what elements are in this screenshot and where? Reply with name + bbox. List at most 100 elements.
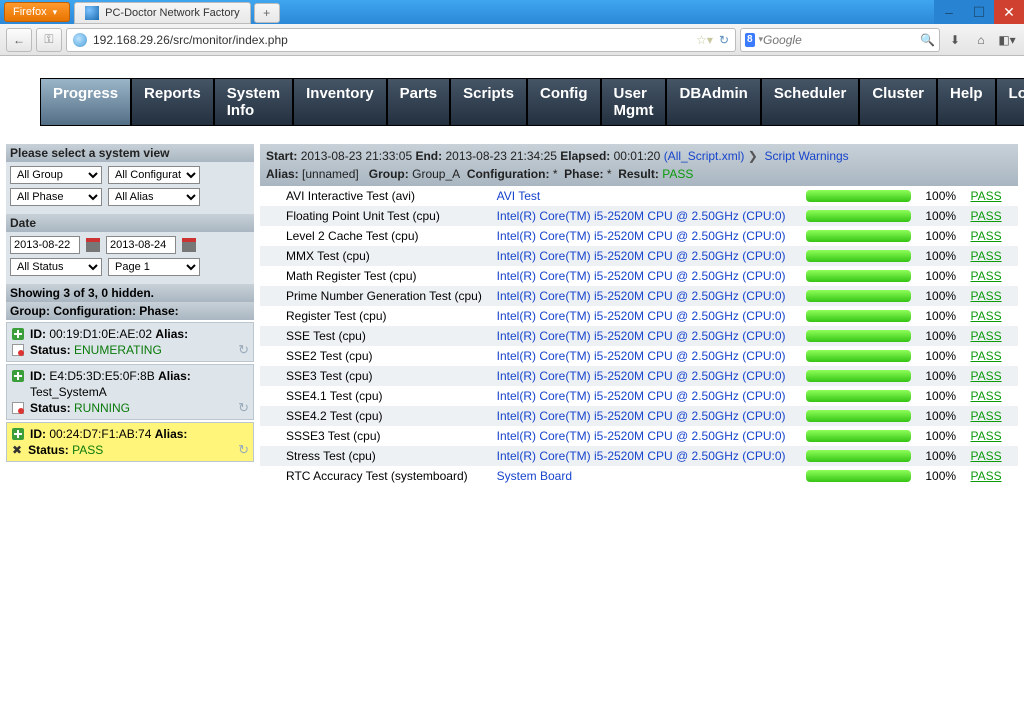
- device-link[interactable]: Intel(R) Core(TM) i5-2520M CPU @ 2.50GHz…: [497, 349, 786, 363]
- device-link[interactable]: AVI Test: [497, 189, 541, 203]
- percent: 100%: [915, 466, 967, 486]
- search-icon[interactable]: 🔍: [920, 33, 935, 47]
- result-link[interactable]: PASS: [970, 409, 1001, 423]
- device-link[interactable]: Intel(R) Core(TM) i5-2520M CPU @ 2.50GHz…: [497, 429, 786, 443]
- tab-system-info[interactable]: System Info: [214, 78, 293, 126]
- device-link[interactable]: Intel(R) Core(TM) i5-2520M CPU @ 2.50GHz…: [497, 389, 786, 403]
- window-maximize-button[interactable]: ☐: [964, 0, 994, 24]
- result-link[interactable]: PASS: [970, 309, 1001, 323]
- percent: 100%: [915, 406, 967, 426]
- result-link[interactable]: PASS: [970, 329, 1001, 343]
- home-icon[interactable]: ⌂: [970, 29, 992, 51]
- tab-config[interactable]: Config: [527, 78, 600, 126]
- result-link[interactable]: PASS: [970, 349, 1001, 363]
- tab-inventory[interactable]: Inventory: [293, 78, 387, 126]
- device-link[interactable]: Intel(R) Core(TM) i5-2520M CPU @ 2.50GHz…: [497, 209, 786, 223]
- expand-icon[interactable]: [12, 428, 24, 440]
- test-name: Register Test (cpu): [260, 306, 493, 326]
- device-link[interactable]: Intel(R) Core(TM) i5-2520M CPU @ 2.50GHz…: [497, 229, 786, 243]
- script-link[interactable]: (All_Script.xml): [664, 149, 745, 163]
- filter-status[interactable]: All Status: [10, 258, 102, 276]
- filter-phase[interactable]: All Phase: [10, 188, 102, 206]
- device-link[interactable]: System Board: [497, 469, 572, 483]
- tab-help[interactable]: Help: [937, 78, 996, 126]
- download-icon[interactable]: ⬇: [944, 29, 966, 51]
- tab-parts[interactable]: Parts: [387, 78, 451, 126]
- result-link[interactable]: PASS: [970, 289, 1001, 303]
- result-link[interactable]: PASS: [970, 469, 1001, 483]
- filter-config[interactable]: All Configurati: [108, 166, 200, 184]
- tab-scheduler[interactable]: Scheduler: [761, 78, 860, 126]
- keyhole-icon[interactable]: ⚿: [36, 28, 62, 52]
- calendar-from-icon[interactable]: [86, 238, 100, 252]
- progress-bar: [806, 390, 911, 402]
- progress-bar: [806, 310, 911, 322]
- expand-icon[interactable]: [12, 370, 24, 382]
- result-link[interactable]: PASS: [970, 209, 1001, 223]
- result-link[interactable]: PASS: [970, 269, 1001, 283]
- progress-bar: [806, 210, 911, 222]
- url-input[interactable]: 192.168.29.26/src/monitor/index.php ☆▾ ↻: [66, 28, 736, 52]
- device-link[interactable]: Intel(R) Core(TM) i5-2520M CPU @ 2.50GHz…: [497, 409, 786, 423]
- test-name: SSE3 Test (cpu): [260, 366, 493, 386]
- filter-page[interactable]: Page 1: [108, 258, 200, 276]
- device-link[interactable]: Intel(R) Core(TM) i5-2520M CPU @ 2.50GHz…: [497, 369, 786, 383]
- result-link[interactable]: PASS: [970, 429, 1001, 443]
- refresh-icon[interactable]: ↻: [238, 342, 249, 358]
- expand-icon[interactable]: [12, 328, 24, 340]
- date-label: Date: [6, 214, 254, 232]
- test-name: SSE4.1 Test (cpu): [260, 386, 493, 406]
- main-header: Start: 2013-08-23 21:33:05 End: 2013-08-…: [260, 144, 1018, 186]
- percent: 100%: [915, 426, 967, 446]
- result-link[interactable]: PASS: [970, 229, 1001, 243]
- tab-progress[interactable]: Progress: [40, 78, 131, 126]
- tab-title: PC-Doctor Network Factory: [105, 7, 239, 19]
- window-minimize-button[interactable]: –: [934, 0, 964, 24]
- device-link[interactable]: Intel(R) Core(TM) i5-2520M CPU @ 2.50GHz…: [497, 249, 786, 263]
- device-link[interactable]: Intel(R) Core(TM) i5-2520M CPU @ 2.50GHz…: [497, 289, 786, 303]
- refresh-icon[interactable]: ↻: [238, 400, 249, 416]
- system-card[interactable]: ID: 00:24:D7:F1:AB:74 Alias: ✖Status: PA…: [6, 422, 254, 462]
- document-icon: [12, 344, 24, 356]
- tab-dbadmin[interactable]: DBAdmin: [666, 78, 760, 126]
- tab-user-mgmt[interactable]: User Mgmt: [601, 78, 667, 126]
- firefox-menu-button[interactable]: Firefox: [4, 2, 70, 22]
- bookmark-list-icon[interactable]: ◧▾: [996, 29, 1018, 51]
- search-input[interactable]: [763, 33, 920, 47]
- percent: 100%: [915, 326, 967, 346]
- back-button[interactable]: ←: [6, 28, 32, 52]
- refresh-icon[interactable]: ↻: [238, 442, 249, 458]
- tab-logout[interactable]: Logout: [996, 78, 1024, 126]
- filter-alias[interactable]: All Alias: [108, 188, 200, 206]
- new-tab-button[interactable]: +: [254, 3, 280, 23]
- device-link[interactable]: Intel(R) Core(TM) i5-2520M CPU @ 2.50GHz…: [497, 269, 786, 283]
- tab-cluster[interactable]: Cluster: [859, 78, 937, 126]
- tab-scripts[interactable]: Scripts: [450, 78, 527, 126]
- result-link[interactable]: PASS: [970, 249, 1001, 263]
- percent: 100%: [915, 446, 967, 466]
- result-link[interactable]: PASS: [970, 449, 1001, 463]
- calendar-to-icon[interactable]: [182, 238, 196, 252]
- test-name: Stress Test (cpu): [260, 446, 493, 466]
- system-card[interactable]: ID: 00:19:D1:0E:AE:02 Alias: Status: ENU…: [6, 322, 254, 362]
- result-link[interactable]: PASS: [970, 389, 1001, 403]
- system-card[interactable]: ID: E4:D5:3D:E5:0F:8B Alias:Test_SystemA…: [6, 364, 254, 420]
- search-box[interactable]: ▾ 🔍: [740, 28, 940, 52]
- script-warnings-link[interactable]: Script Warnings: [764, 149, 848, 163]
- percent: 100%: [915, 286, 967, 306]
- filter-group[interactable]: All Group: [10, 166, 102, 184]
- reload-icon[interactable]: ↻: [719, 33, 729, 47]
- result-link[interactable]: PASS: [970, 189, 1001, 203]
- device-link[interactable]: Intel(R) Core(TM) i5-2520M CPU @ 2.50GHz…: [497, 449, 786, 463]
- window-close-button[interactable]: ✕: [994, 0, 1024, 24]
- progress-bar: [806, 330, 911, 342]
- bookmark-icon[interactable]: ☆▾: [696, 33, 713, 47]
- device-link[interactable]: Intel(R) Core(TM) i5-2520M CPU @ 2.50GHz…: [497, 309, 786, 323]
- browser-tab[interactable]: PC-Doctor Network Factory: [74, 2, 250, 24]
- tab-reports[interactable]: Reports: [131, 78, 214, 126]
- date-from-input[interactable]: [10, 236, 80, 254]
- percent: 100%: [915, 346, 967, 366]
- date-to-input[interactable]: [106, 236, 176, 254]
- result-link[interactable]: PASS: [970, 369, 1001, 383]
- device-link[interactable]: Intel(R) Core(TM) i5-2520M CPU @ 2.50GHz…: [497, 329, 786, 343]
